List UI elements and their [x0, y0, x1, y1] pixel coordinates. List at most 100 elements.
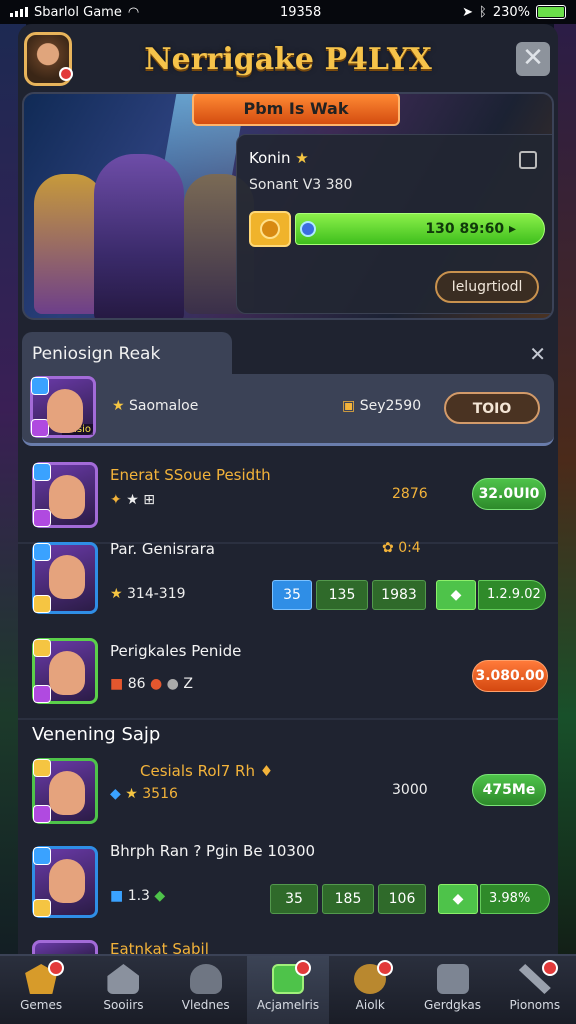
- character-card[interactable]: [32, 542, 98, 614]
- step-button[interactable]: 35: [272, 580, 312, 610]
- nav-item-ball[interactable]: Aiolk: [329, 956, 411, 1024]
- character-card[interactable]: [32, 758, 98, 824]
- row-icons: ✦ ★ ⊞: [110, 492, 155, 508]
- character-card[interactable]: [32, 846, 98, 918]
- character-card[interactable]: [32, 638, 98, 704]
- rank-badge-icon: [33, 847, 51, 865]
- share-icon[interactable]: [519, 151, 537, 169]
- row-action-button[interactable]: 3.080.00: [472, 660, 548, 692]
- gem-step-button[interactable]: ◆: [438, 884, 478, 914]
- row-sub-a: 86: [127, 676, 146, 692]
- row-title: Enerat SSoue Pesidth: [110, 466, 271, 484]
- rank-badge-icon: [31, 377, 49, 395]
- battery-icon: [535, 5, 566, 19]
- list-item[interactable]: Cesials Rol7 Rh ♦ ◆ ★ 3516 3000 475Me: [22, 754, 554, 844]
- card-label: ausio: [62, 424, 93, 435]
- nav-label: Sooiirs: [103, 998, 144, 1012]
- step-button[interactable]: 106: [378, 884, 426, 914]
- character-card[interactable]: [32, 940, 98, 954]
- arrow-button[interactable]: 3.98%: [480, 884, 550, 914]
- highlight-button[interactable]: TOIO: [444, 392, 540, 424]
- wifi-icon: ◠: [127, 4, 140, 20]
- nav-item-active[interactable]: Acjamelris: [246, 956, 330, 1024]
- potion-icon: ■: [110, 888, 124, 904]
- step-button[interactable]: 35: [270, 884, 318, 914]
- rank-badge-icon: [33, 543, 51, 561]
- row-sub-line: ◆ ★ 3516: [110, 786, 178, 802]
- leaf-icon: ◆: [154, 888, 166, 904]
- class-badge-icon: [31, 419, 49, 437]
- flower-icon: ✿: [382, 540, 394, 556]
- event-banner[interactable]: Pbm Is Wak: [192, 94, 400, 126]
- nav-item-games[interactable]: Gemes: [0, 956, 82, 1024]
- star-icon: ★: [295, 149, 309, 167]
- highlight-name-line: ★ Saomaloe: [112, 398, 198, 414]
- arrow-button[interactable]: 1.2.9.02: [478, 580, 546, 610]
- list-item[interactable]: Bhrph Ran ? Pgin Be 10300 ■ 1.3 ◆ 35 185…: [22, 838, 554, 934]
- hero-banner: Pbm Is Wak Konin ★ Sonant V3 380 130 89:…: [22, 92, 554, 320]
- nav-item-heroes[interactable]: Vlednes: [165, 956, 247, 1024]
- row-title-line: Cesials Rol7 Rh ♦: [140, 762, 273, 780]
- location-icon: ➤: [462, 4, 473, 20]
- nav-item-stores[interactable]: Sooiirs: [82, 956, 164, 1024]
- row-value: 0:4: [398, 540, 421, 556]
- step-button[interactable]: 1983: [372, 580, 426, 610]
- class-badge-icon: [33, 595, 51, 613]
- row-action-button[interactable]: 32.0UI0: [472, 478, 546, 510]
- highlight-value-line: ▣ Sey2590: [342, 398, 421, 414]
- notification-badge: [48, 960, 65, 976]
- nav-label: Acjamelris: [256, 998, 320, 1012]
- class-badge-icon: [33, 805, 51, 823]
- nav-label: Gemes: [20, 998, 63, 1012]
- nav-item-docs[interactable]: Gerdgkas: [411, 956, 493, 1024]
- grid-icon: ⊞: [143, 492, 155, 508]
- row-sub: 314-319: [127, 586, 186, 602]
- hero-action-button[interactable]: Ielugrtiodl: [435, 271, 539, 303]
- list-item[interactable]: Eatnkat Sabil: [22, 936, 554, 954]
- list-item[interactable]: Perigkales Penide ■ 86 ● ● Z 3.080.00: [22, 632, 554, 720]
- gem-step-button[interactable]: ◆: [436, 580, 476, 610]
- row-sub-line: ■ 1.3 ◆: [110, 888, 165, 904]
- section-tab[interactable]: Peniosign Reak: [22, 332, 232, 380]
- nav-label: Pionoms: [509, 998, 561, 1012]
- character-card[interactable]: ausio: [30, 376, 96, 438]
- nav-label: Aiolk: [355, 998, 385, 1012]
- carrier-label: Sbarlol Game: [34, 4, 122, 20]
- sword-icon: ✦: [110, 492, 122, 508]
- gem-icon: ◆: [110, 786, 121, 802]
- document-icon: [436, 964, 469, 994]
- hero-characters-art: [34, 134, 254, 318]
- helmet-icon: [189, 964, 222, 994]
- rank-badge-icon: [33, 759, 51, 777]
- rank-badge-icon: [33, 639, 51, 657]
- list-item[interactable]: Enerat SSoue Pesidth ✦ ★ ⊞ 2876 32.0UI0: [22, 456, 554, 538]
- row-sub: 3516: [142, 786, 178, 802]
- gem-icon: [300, 221, 316, 237]
- fire-icon: ●: [149, 676, 163, 692]
- battery-percent: 230%: [492, 4, 530, 20]
- step-button[interactable]: 135: [316, 580, 368, 610]
- section-panel: Peniosign Reak ✕ ausio ★ Saomaloe ▣ Sey2…: [22, 332, 554, 446]
- row-action-button[interactable]: 475Me: [472, 774, 546, 806]
- player-name-line: Konin ★: [249, 149, 309, 167]
- notification-badge: [541, 960, 558, 976]
- coin-button[interactable]: [249, 211, 291, 247]
- nav-item-tools[interactable]: Pionoms: [494, 956, 576, 1024]
- xp-progress-text: 130 89:60: [425, 221, 505, 237]
- row-title: Perigkales Penide: [110, 642, 242, 660]
- house-icon: [107, 964, 140, 994]
- close-button[interactable]: ✕: [516, 42, 550, 76]
- character-card[interactable]: [32, 462, 98, 528]
- row-value: 3000: [392, 782, 428, 798]
- row-sub-line: ■ 86 ● ● Z: [110, 676, 193, 692]
- row-title: Cesials Rol7 Rh: [140, 762, 255, 780]
- stone-icon: ●: [166, 676, 179, 692]
- status-bar: Sbarlol Game ◠ 19358 ➤ ᛒ 230%: [0, 0, 576, 24]
- page-title: Nerrigake P4LYX: [144, 42, 432, 77]
- notification-badge: [295, 960, 312, 976]
- star-icon: ★: [125, 786, 138, 802]
- section-close-icon[interactable]: ✕: [529, 342, 546, 366]
- highlight-row[interactable]: ausio ★ Saomaloe ▣ Sey2590 TOIO: [22, 374, 554, 446]
- list-item[interactable]: Par. Genisrara ✿ 0:4 ★ 314-319 35 135 19…: [22, 536, 554, 640]
- step-button[interactable]: 185: [322, 884, 374, 914]
